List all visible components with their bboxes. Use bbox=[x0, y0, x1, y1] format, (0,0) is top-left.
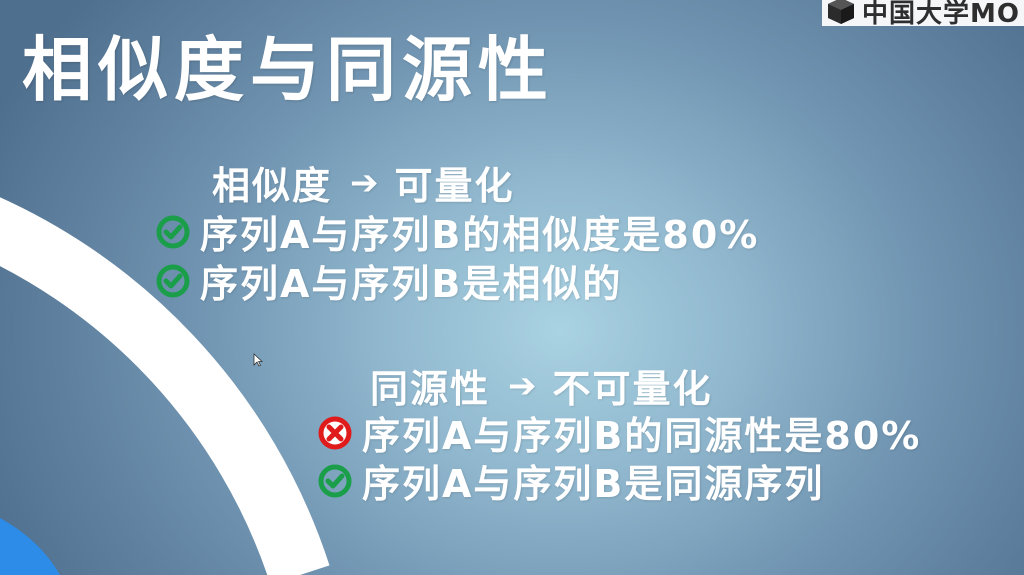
homology-item-2: 序列A与序列B是同源序列 bbox=[318, 453, 824, 508]
slide: 中国大学MO 相似度与同源性 相似度 ➔ 可量化 序列A与序列B的相似度是80%… bbox=[0, 0, 1024, 575]
check-circle-icon bbox=[156, 215, 190, 248]
watermark-text: 中国大学MO bbox=[862, 0, 1020, 29]
watermark: 中国大学MO bbox=[822, 0, 1024, 29]
mouse-cursor-icon bbox=[253, 353, 263, 367]
similarity-item-1: 序列A与序列B的相似度是80% bbox=[156, 204, 759, 259]
blue-corner bbox=[0, 518, 60, 575]
similarity-item-1-text: 序列A与序列B的相似度是80% bbox=[200, 213, 760, 257]
homology-item-1-text: 序列A与序列B的同源性是80% bbox=[362, 414, 922, 458]
similarity-heading-right: 可量化 bbox=[394, 164, 515, 208]
homology-item-1: 序列A与序列B的同源性是80% bbox=[318, 405, 921, 460]
arrow-right-icon: ➔ bbox=[508, 365, 539, 406]
similarity-heading-left: 相似度 bbox=[212, 164, 333, 208]
x-circle-icon bbox=[318, 416, 352, 449]
slide-title: 相似度与同源性 bbox=[22, 29, 554, 111]
similarity-heading: 相似度 ➔ 可量化 bbox=[212, 155, 515, 210]
homology-item-2-text: 序列A与序列B是同源序列 bbox=[362, 462, 825, 506]
check-circle-icon bbox=[318, 464, 352, 497]
check-circle-icon bbox=[156, 264, 190, 297]
arrow-right-icon: ➔ bbox=[350, 162, 381, 203]
cube-logo-icon bbox=[828, 0, 855, 24]
similarity-item-2: 序列A与序列B是相似的 bbox=[156, 253, 622, 308]
similarity-item-2-text: 序列A与序列B是相似的 bbox=[200, 262, 623, 306]
